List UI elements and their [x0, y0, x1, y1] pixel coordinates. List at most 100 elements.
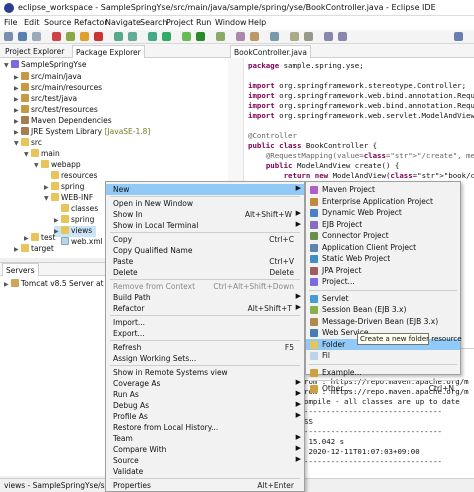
menu-help[interactable]: Help	[248, 18, 266, 27]
tree-item-web-inf[interactable]: ▼ WEB-INF	[44, 193, 93, 204]
back-icon[interactable]	[324, 32, 333, 41]
menu-item-compare-with[interactable]: Compare With ▶	[106, 444, 304, 455]
tree-item-jre-library[interactable]: ▶ JRE System Library [JavaSE-1.8]	[14, 127, 150, 138]
expand-arrow-icon[interactable]: ▶	[4, 281, 11, 288]
new-java-icon[interactable]	[236, 32, 245, 41]
menu-file[interactable]: File	[4, 18, 17, 27]
tree-item-src[interactable]: ▼ src	[14, 138, 42, 149]
tree-item-test[interactable]: ▶ test	[24, 233, 55, 244]
save-icon[interactable]	[18, 32, 27, 41]
menu-item-build-path[interactable]: Build Path ▶	[106, 292, 304, 303]
menu-search[interactable]: Search	[140, 18, 167, 27]
new-item-fil[interactable]: Fil	[306, 350, 460, 361]
expand-arrow-icon[interactable]: ▶	[14, 96, 21, 103]
new-item-session-bean-ejb-3-x[interactable]: Session Bean (EJB 3.x)	[306, 304, 460, 315]
new-item-other[interactable]: Other... Ctrl+N	[306, 383, 460, 394]
step-over-icon[interactable]	[128, 32, 137, 41]
menu-item-debug-as[interactable]: Debug As ▶	[106, 400, 304, 411]
tab-package-explorer[interactable]: Package Explorer	[72, 45, 145, 58]
terminate-icon[interactable]	[94, 32, 103, 41]
expand-arrow-icon[interactable]: ▶	[14, 107, 21, 114]
server-item[interactable]: ▶ Tomcat v8.5 Server at	[4, 279, 104, 290]
menu-refactor[interactable]: Refactor	[74, 18, 108, 27]
collapse-arrow-icon[interactable]: ▼	[4, 62, 11, 69]
menu-source[interactable]: Source	[44, 18, 71, 27]
collapse-arrow-icon[interactable]: ▼	[14, 140, 21, 147]
menu-item-import[interactable]: Import...	[106, 317, 304, 328]
suspend-icon[interactable]	[80, 32, 89, 41]
new-item-servlet[interactable]: Servlet	[306, 293, 460, 304]
new-icon[interactable]	[4, 32, 13, 41]
annotation-icon[interactable]	[290, 32, 299, 41]
menu-item-export[interactable]: Export...	[106, 328, 304, 339]
expand-arrow-icon[interactable]: ▶	[54, 217, 61, 224]
menu-item-show-in[interactable]: Show In Alt+Shift+W ▶	[106, 209, 304, 220]
tree-item-resources[interactable]: resources	[44, 171, 97, 182]
collapse-arrow-icon[interactable]: ▼	[34, 162, 41, 169]
menu-window[interactable]: Window	[215, 18, 247, 27]
tree-item-target[interactable]: ▶ target	[14, 244, 54, 255]
new-item-application-client-project[interactable]: Application Client Project	[306, 242, 460, 253]
menu-item-refresh[interactable]: Refresh F5	[106, 342, 304, 353]
menu-navigate[interactable]: Navigate	[105, 18, 141, 27]
menu-item-show-in-remote-systems-view[interactable]: Show in Remote Systems view	[106, 367, 304, 378]
new-item-enterprise-application-project[interactable]: Enterprise Application Project	[306, 196, 460, 207]
new-item-jpa-project[interactable]: JPA Project	[306, 265, 460, 276]
expand-arrow-icon[interactable]: ▶	[14, 74, 21, 81]
expand-arrow-icon[interactable]: ▶	[14, 129, 21, 136]
tree-item-src-test-java[interactable]: ▶ src/test/java	[14, 94, 77, 105]
menu-item-validate[interactable]: Validate	[106, 466, 304, 477]
new-item-project[interactable]: Project...	[306, 276, 460, 287]
tab-bookcontroller[interactable]: BookController.java	[230, 45, 311, 58]
menu-edit[interactable]: Edit	[24, 18, 40, 27]
tree-item-spring[interactable]: ▶ spring	[44, 182, 84, 193]
step-icon[interactable]	[114, 32, 123, 41]
new-item-dynamic-web-project[interactable]: Dynamic Web Project	[306, 207, 460, 218]
search-icon[interactable]	[270, 32, 279, 41]
start-server-icon[interactable]	[162, 32, 171, 41]
new-item-example[interactable]: Example...	[306, 367, 460, 378]
expand-arrow-icon[interactable]: ▶	[44, 184, 51, 191]
menu-item-profile-as[interactable]: Profile As ▶	[106, 411, 304, 422]
menu-item-properties[interactable]: Properties Alt+Enter	[106, 480, 304, 491]
menu-run[interactable]: Run	[196, 18, 211, 27]
expand-arrow-icon[interactable]: ▶	[24, 235, 31, 242]
menu-item-assign-working-sets[interactable]: Assign Working Sets...	[106, 353, 304, 364]
menu-item-copy[interactable]: Copy Ctrl+C	[106, 234, 304, 245]
tree-item-src-main-java[interactable]: ▶ src/main/java	[14, 72, 81, 83]
menu-item-refactor[interactable]: Refactor Alt+Shift+T ▶	[106, 303, 304, 314]
expand-arrow-icon[interactable]: ▶	[14, 246, 21, 253]
menu-item-coverage-as[interactable]: Coverage As ▶	[106, 378, 304, 389]
tree-item-main[interactable]: ▼ main	[24, 149, 60, 160]
next-annotation-icon[interactable]	[304, 32, 313, 41]
menu-item-delete[interactable]: Delete Delete	[106, 267, 304, 278]
tree-item-maven-dependencies[interactable]: ▶ Maven Dependencies	[14, 116, 112, 127]
tree-item-webapp[interactable]: ▼ webapp	[34, 160, 81, 171]
new-item-maven-project[interactable]: Maven Project	[306, 184, 460, 195]
menu-item-show-in-local-terminal[interactable]: Show in Local Terminal ▶	[106, 220, 304, 231]
tree-item-web-xml[interactable]: web.xml	[54, 237, 103, 248]
menu-item-source[interactable]: Source ▶	[106, 455, 304, 466]
new-item-connector-project[interactable]: Connector Project	[306, 230, 460, 241]
menu-project[interactable]: Project	[166, 18, 193, 27]
open-type-icon[interactable]	[250, 32, 259, 41]
tree-item-project[interactable]: ▼ SampleSpringYse	[4, 60, 86, 71]
menu-item-run-as[interactable]: Run As ▶	[106, 389, 304, 400]
menu-item-open-in-new-window[interactable]: Open in New Window	[106, 198, 304, 209]
menu-item-paste[interactable]: Paste Ctrl+V	[106, 256, 304, 267]
save-all-icon[interactable]	[32, 32, 41, 41]
tab-servers[interactable]: Servers	[2, 263, 39, 276]
menu-item-new[interactable]: New ▶	[106, 184, 304, 195]
run-icon[interactable]	[196, 32, 205, 41]
new-item-ejb-project[interactable]: EJB Project	[306, 219, 460, 230]
server-icon[interactable]	[148, 32, 157, 41]
coverage-icon[interactable]	[216, 32, 225, 41]
tree-item-classes[interactable]: classes	[54, 204, 98, 215]
debug-icon[interactable]	[52, 32, 61, 41]
menu-item-team[interactable]: Team ▶	[106, 433, 304, 444]
menu-item-copy-qualified-name[interactable]: Copy Qualified Name	[106, 245, 304, 256]
tree-item-spring-inner[interactable]: ▶ spring	[54, 215, 94, 226]
forward-icon[interactable]	[338, 32, 347, 41]
debug-as-icon[interactable]	[182, 32, 191, 41]
menu-item-restore-from-local-history[interactable]: Restore from Local History...	[106, 422, 304, 433]
